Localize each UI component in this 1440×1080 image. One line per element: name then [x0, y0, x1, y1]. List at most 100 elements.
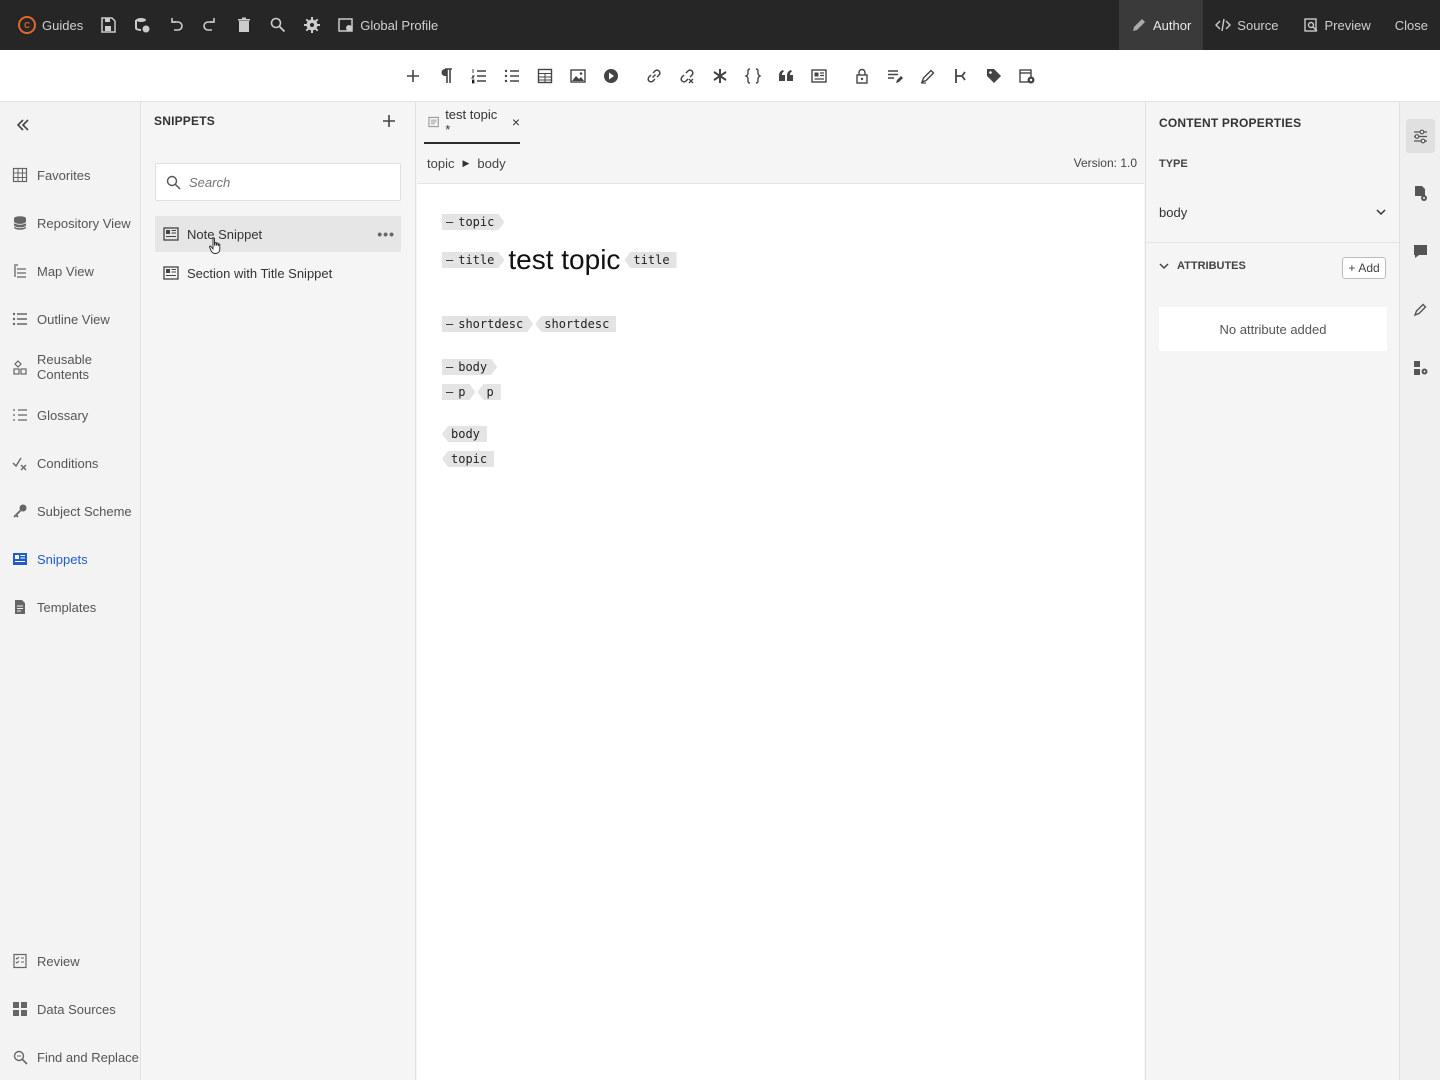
comments-rail-button[interactable]	[1406, 234, 1435, 268]
collapse-panel-button[interactable]	[12, 114, 34, 136]
track-changes-rail-button[interactable]	[1406, 292, 1435, 326]
nav-label: Outline View	[37, 311, 110, 327]
snippet-item-note[interactable]: Note Snippet •••	[155, 216, 401, 252]
snippet-icon	[163, 227, 179, 241]
highlight-button[interactable]	[912, 60, 945, 92]
shortdesc-close-tag[interactable]: shortdesc	[535, 316, 617, 332]
nav-review[interactable]: Review	[0, 946, 141, 976]
panel-title: CONTENT PROPERTIES	[1159, 116, 1302, 130]
file-properties-rail-button[interactable]	[1406, 176, 1435, 210]
shortdesc-open-tag[interactable]: – shortdesc	[442, 316, 533, 332]
type-dropdown[interactable]: body	[1159, 198, 1387, 226]
topic-open-tag[interactable]: – topic	[442, 214, 504, 230]
nav-label: Map View	[37, 263, 94, 279]
calendar-settings-button[interactable]	[1011, 60, 1044, 92]
add-snippet-button[interactable]	[379, 111, 399, 131]
global-profile-button[interactable]: Global Profile	[329, 0, 446, 50]
tab-test-topic[interactable]: test topic * ×	[424, 102, 520, 144]
preview-mode-button[interactable]: Preview	[1291, 0, 1383, 50]
body-open-tag[interactable]: – body	[442, 359, 497, 375]
insert-paragraph-button[interactable]	[430, 60, 463, 92]
database-icon	[13, 216, 27, 230]
topic-title-text[interactable]: test topic	[508, 244, 620, 276]
add-attribute-button[interactable]: + Add	[1342, 257, 1386, 279]
insert-snippet-button[interactable]	[803, 60, 836, 92]
track-changes-button[interactable]	[879, 60, 912, 92]
references-rail-button[interactable]	[1406, 350, 1435, 384]
nav-data-sources[interactable]: Data Sources	[0, 994, 141, 1024]
content-properties-rail-button[interactable]	[1406, 119, 1435, 153]
nav-repository-view[interactable]: Repository View	[0, 208, 141, 238]
insert-element-button[interactable]	[397, 60, 430, 92]
close-label: Close	[1394, 17, 1428, 33]
nav-find-and-replace[interactable]: Find and Replace	[0, 1042, 141, 1072]
nav-map-view[interactable]: Map View	[0, 256, 141, 286]
p-close-tag[interactable]: p	[477, 384, 501, 400]
bulleted-list-button[interactable]	[496, 60, 529, 92]
collapse-minus-icon: –	[446, 215, 454, 229]
numbered-list-button[interactable]	[463, 60, 496, 92]
author-mode-button[interactable]: Author	[1118, 0, 1204, 50]
insert-codeblock-button[interactable]	[737, 60, 770, 92]
nav-outline-view[interactable]: Outline View	[0, 304, 141, 334]
topic-close-tag[interactable]: topic	[442, 451, 495, 467]
tag-button[interactable]	[978, 60, 1011, 92]
title-close-tag[interactable]: title	[624, 252, 677, 268]
key-icon	[13, 504, 27, 518]
source-mode-button[interactable]: Source	[1203, 0, 1290, 50]
nav-templates[interactable]: Templates	[0, 592, 141, 622]
divider	[1146, 242, 1400, 243]
search-input[interactable]	[189, 174, 389, 190]
nav-conditions[interactable]: Conditions	[0, 448, 141, 478]
snippet-search[interactable]	[155, 163, 401, 201]
quote-icon	[779, 69, 793, 81]
sliders-icon	[1414, 129, 1427, 143]
attributes-toggle[interactable]: ATTRIBUTES	[1159, 260, 1246, 272]
close-tab-icon[interactable]: ×	[512, 114, 520, 130]
hand-pointer-icon	[209, 237, 221, 254]
insert-image-button[interactable]	[562, 60, 595, 92]
close-button[interactable]: Close	[1383, 0, 1440, 50]
lock-button[interactable]	[846, 60, 879, 92]
app-home[interactable]: C Guides	[10, 0, 91, 50]
double-chevron-left-icon	[16, 119, 29, 131]
insert-multimedia-button[interactable]	[595, 60, 628, 92]
title-open-tag[interactable]: – title	[442, 252, 504, 268]
snippet-item-section-with-title[interactable]: Section with Title Snippet	[155, 255, 401, 291]
nav-subject-scheme[interactable]: Subject Scheme	[0, 496, 141, 526]
data-sources-icon	[13, 1002, 27, 1016]
breadcrumb-item[interactable]: body	[477, 156, 505, 171]
insert-link-button[interactable]	[638, 60, 671, 92]
body-close-tag[interactable]: body	[442, 426, 487, 442]
type-label: TYPE	[1159, 158, 1188, 170]
redo-button[interactable]	[193, 0, 227, 50]
insert-table-button[interactable]	[529, 60, 562, 92]
version-button[interactable]	[125, 0, 159, 50]
plus-icon: +	[1348, 261, 1356, 275]
insert-quote-button[interactable]	[770, 60, 803, 92]
preview-icon	[1303, 18, 1317, 32]
nav-label: Repository View	[37, 215, 131, 231]
nav-reusable-contents[interactable]: Reusable Contents	[0, 352, 141, 382]
insert-symbol-button[interactable]	[704, 60, 737, 92]
merge-button[interactable]	[945, 60, 978, 92]
find-button[interactable]	[261, 0, 295, 50]
save-icon	[101, 17, 116, 33]
delete-button[interactable]	[227, 0, 261, 50]
save-button[interactable]	[91, 0, 125, 50]
editor-canvas[interactable]: – topic – title test topic title – shortdes…	[417, 184, 1144, 1080]
settings-button[interactable]	[295, 0, 329, 50]
nav-glossary[interactable]: Glossary	[0, 400, 141, 430]
breadcrumb-item[interactable]: topic	[427, 156, 454, 171]
no-attribute-message: No attribute added	[1159, 307, 1387, 351]
p-open-tag[interactable]: – p	[442, 384, 475, 400]
nav-label: Snippets	[37, 551, 88, 567]
chevron-down-icon	[1159, 263, 1169, 270]
undo-button[interactable]	[159, 0, 193, 50]
breadcrumb-separator-icon: ▶	[462, 158, 470, 168]
remove-link-button[interactable]	[671, 60, 704, 92]
nav-snippets[interactable]: Snippets	[0, 544, 141, 574]
more-options-icon[interactable]: •••	[377, 226, 395, 242]
app-logo-icon: C	[18, 16, 36, 34]
nav-favorites[interactable]: Favorites	[0, 160, 141, 190]
